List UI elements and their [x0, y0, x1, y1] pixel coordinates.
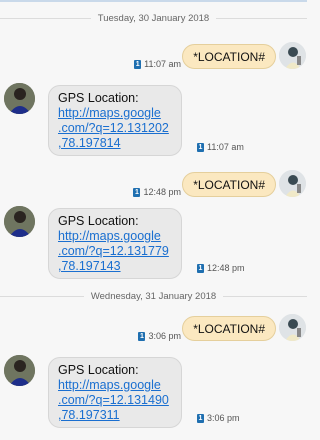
avatar — [4, 83, 35, 114]
message-time: 11:07 am — [144, 59, 181, 69]
message-text: *LOCATION# — [193, 321, 265, 336]
message-meta: 1 11:07 am — [134, 59, 181, 69]
sim-icon: 1 — [197, 413, 204, 423]
date-label: Wednesday, 31 January 2018 — [90, 290, 217, 302]
message-bubble[interactable]: *LOCATION# — [182, 172, 276, 197]
message-meta: 1 3:06 pm — [138, 331, 181, 341]
message-meta: 1 11:07 am — [197, 142, 244, 152]
avatar — [4, 206, 35, 237]
message-time: 12:48 pm — [207, 263, 245, 273]
top-strip — [0, 0, 307, 2]
date-divider: Wednesday, 31 January 2018 — [0, 289, 308, 303]
sim-icon: 1 — [197, 263, 204, 273]
date-divider: Tuesday, 30 January 2018 — [0, 11, 307, 25]
message-meta: 1 12:48 pm — [197, 263, 245, 273]
sim-icon: 1 — [134, 59, 142, 69]
avatar — [279, 314, 306, 341]
message-text: *LOCATION# — [193, 177, 265, 192]
message-bubble[interactable]: *LOCATION# — [182, 44, 276, 69]
date-label: Tuesday, 30 January 2018 — [97, 12, 210, 24]
message-bubble[interactable]: GPS Location: http://maps.google .com/?q=… — [48, 85, 182, 156]
avatar — [279, 170, 306, 197]
message-bubble[interactable]: GPS Location: http://maps.google .com/?q=… — [48, 208, 182, 279]
message-bubble[interactable]: GPS Location: http://maps.google .com/?q=… — [48, 357, 182, 428]
message-time: 3:06 pm — [148, 331, 181, 341]
sim-icon: 1 — [197, 142, 204, 152]
avatar — [279, 42, 306, 69]
message-label: GPS Location: — [58, 363, 139, 377]
message-outgoing[interactable]: 1 3:06 pm *LOCATION# — [0, 314, 307, 348]
sim-icon: 1 — [133, 187, 141, 197]
message-outgoing[interactable]: 1 11:07 am *LOCATION# — [0, 42, 307, 76]
message-text: *LOCATION# — [193, 49, 265, 64]
message-meta: 1 12:48 pm — [133, 187, 181, 197]
location-link[interactable]: http://maps.google .com/?q=12.131779,78.1… — [58, 229, 173, 274]
message-incoming[interactable]: GPS Location: http://maps.google .com/?q=… — [0, 205, 307, 281]
message-incoming[interactable]: GPS Location: http://maps.google .com/?q=… — [0, 82, 307, 158]
message-outgoing[interactable]: 1 12:48 pm *LOCATION# — [0, 170, 307, 204]
sim-icon: 1 — [138, 331, 146, 341]
message-bubble[interactable]: *LOCATION# — [182, 316, 276, 341]
location-link[interactable]: http://maps.google .com/?q=12.131202,78.1… — [58, 106, 173, 151]
message-incoming[interactable]: GPS Location: http://maps.google .com/?q=… — [0, 354, 307, 430]
message-label: GPS Location: — [58, 214, 139, 228]
location-link[interactable]: http://maps.google .com/?q=12.131490,78.1… — [58, 378, 173, 423]
message-meta: 1 3:06 pm — [197, 413, 240, 423]
avatar — [4, 355, 35, 386]
message-time: 3:06 pm — [207, 413, 240, 423]
message-time: 11:07 am — [207, 142, 244, 152]
message-label: GPS Location: — [58, 91, 139, 105]
message-time: 12:48 pm — [143, 187, 181, 197]
